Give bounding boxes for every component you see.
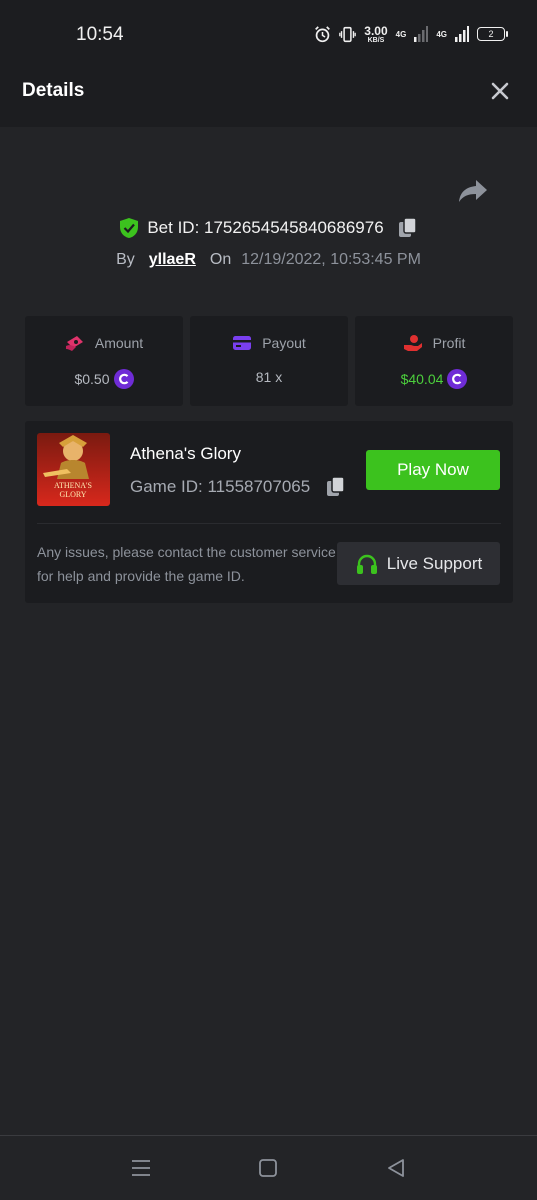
speed-value: 3.00 bbox=[364, 23, 388, 38]
money-stack-icon bbox=[65, 336, 83, 351]
bet-date: 12/19/2022, 10:53:45 PM bbox=[241, 251, 421, 268]
live-support-label: Live Support bbox=[386, 553, 483, 573]
copy-icon[interactable] bbox=[398, 217, 418, 239]
live-support-button[interactable]: Live Support bbox=[337, 542, 500, 585]
payout-card: Payout 81 x bbox=[190, 316, 348, 406]
bet-stats: Amount $0.50 Payout 81 x Profit $40.04 bbox=[25, 316, 513, 406]
support-message: Any issues, please contact the customer … bbox=[37, 544, 336, 584]
network-speed: 3.00 KB/S bbox=[364, 25, 387, 44]
alarm-icon bbox=[315, 25, 331, 42]
payout-label: Payout bbox=[262, 335, 306, 351]
divider bbox=[37, 523, 501, 524]
hand-coin-icon bbox=[403, 335, 422, 351]
copy-icon[interactable] bbox=[326, 476, 346, 498]
by-label: By bbox=[116, 251, 135, 268]
home-icon[interactable] bbox=[256, 1156, 280, 1180]
share-icon[interactable] bbox=[458, 178, 488, 204]
signal-icon bbox=[414, 26, 429, 42]
battery-level: 2 bbox=[488, 29, 494, 39]
profit-label: Profit bbox=[432, 335, 466, 351]
game-id: Game ID: 11558707065 bbox=[130, 477, 311, 496]
bet-id: Bet ID: 1752654545840686976 bbox=[147, 218, 384, 237]
game-name: Athena's Glory bbox=[130, 444, 241, 463]
username-link[interactable]: yllaeR bbox=[149, 251, 196, 269]
system-nav-bar bbox=[0, 1135, 537, 1200]
game-thumbnail[interactable]: ATHENA'S GLORY bbox=[37, 433, 110, 506]
speed-unit: KB/S bbox=[367, 36, 385, 44]
menu-icon[interactable] bbox=[129, 1156, 153, 1180]
thumb-text-1: ATHENA'S bbox=[54, 481, 92, 490]
network-type-2: 4G bbox=[436, 29, 447, 39]
shield-check-icon bbox=[120, 218, 139, 238]
thumb-text-2: GLORY bbox=[59, 490, 86, 499]
game-id-row: Game ID: 11558707065 bbox=[130, 476, 346, 498]
status-bar: 10:54 3.00 KB/S 4G 4G 2 bbox=[0, 0, 537, 54]
header: Details bbox=[0, 54, 537, 127]
game-card: ATHENA'S GLORY Athena's Glory Game ID: 1… bbox=[25, 421, 513, 603]
profit-card: Profit $40.04 bbox=[355, 316, 513, 406]
vibrate-icon bbox=[339, 26, 357, 42]
coin-icon bbox=[113, 369, 134, 389]
amount-card: Amount $0.50 bbox=[25, 316, 183, 406]
play-now-button[interactable]: Play Now bbox=[366, 450, 500, 490]
payout-value: 81 x bbox=[255, 369, 283, 385]
coin-icon bbox=[447, 369, 468, 389]
headset-icon bbox=[356, 554, 377, 574]
signal-icon bbox=[455, 26, 469, 42]
bet-id-row: Bet ID: 1752654545840686976 bbox=[0, 214, 537, 242]
battery-icon: 2 bbox=[477, 27, 508, 41]
status-icons: 3.00 KB/S 4G 4G 2 bbox=[314, 22, 508, 46]
on-label: On bbox=[209, 251, 232, 268]
page-title: Details bbox=[22, 80, 85, 101]
network-type-1: 4G bbox=[395, 29, 407, 39]
back-icon[interactable] bbox=[384, 1156, 408, 1180]
status-time: 10:54 bbox=[76, 24, 124, 45]
close-icon[interactable] bbox=[489, 80, 511, 102]
wallet-icon bbox=[233, 336, 252, 350]
amount-label: Amount bbox=[94, 335, 144, 351]
bet-author-row: By yllaeR On 12/19/2022, 10:53:45 PM bbox=[0, 247, 537, 273]
profit-value: $40.04 bbox=[400, 371, 444, 387]
amount-value: $0.50 bbox=[74, 371, 110, 387]
